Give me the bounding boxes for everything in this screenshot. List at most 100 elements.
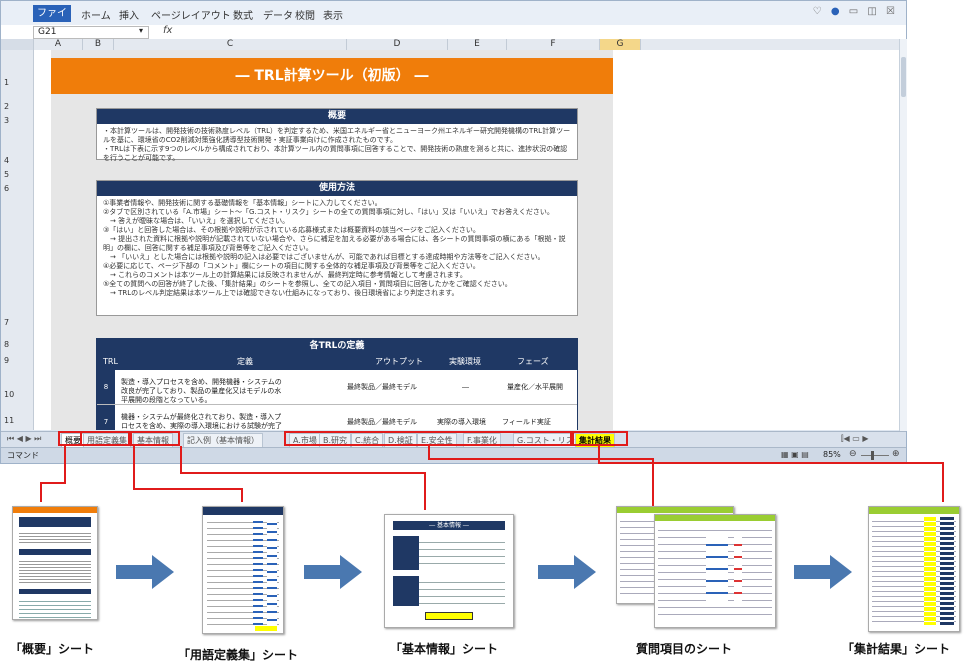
caption-glossary: 「用語定義集」シート — [178, 648, 299, 662]
row-header-8[interactable]: 8 — [1, 340, 33, 349]
trl-definition: 機器・システムが最終化されており、製造・導入プロセスを含め、実際の導入環境におけ… — [121, 413, 282, 430]
trl-header-output: アウトプット — [375, 357, 423, 366]
column-header-b[interactable]: B — [83, 39, 114, 50]
row-header-4[interactable]: 4 — [1, 156, 33, 165]
column-header-d[interactable]: D — [347, 39, 448, 50]
connector-line — [598, 462, 944, 464]
trl-phase: フィールド実証 — [502, 418, 551, 426]
caption-summary: 「集計結果」シート — [842, 642, 951, 656]
tab-page-layout[interactable]: ページレイアウト — [151, 7, 231, 22]
usage-panel: 使用方法 ①事業者情報や、開発技術に関する基礎情報を「基本情報」シートに入力して… — [96, 180, 578, 316]
horizontal-scroll-icon[interactable]: ⫿◀ ▭ ▶ — [841, 434, 869, 444]
tab-data[interactable]: データ — [263, 7, 293, 22]
connector-line — [40, 482, 66, 484]
sheet-tab-example[interactable]: 記入例（基本情報） — [183, 433, 263, 448]
caption-question-sheets: 質問項目のシート — [636, 642, 733, 656]
usage-text: ①事業者情報や、開発技術に関する基礎情報を「基本情報」シートに入力してください。… — [103, 199, 566, 297]
connector-line — [64, 446, 66, 484]
question-sheet-thumbnail — [654, 514, 776, 628]
name-box[interactable]: G21 — [33, 26, 149, 39]
fx-icon[interactable]: fx — [163, 25, 172, 36]
scroll-thumb[interactable] — [901, 57, 906, 97]
connector-line — [942, 462, 944, 502]
trl-heading: 各TRLの定義 — [97, 339, 577, 354]
sheet-title: ― TRL計算ツール（初版） ― — [51, 58, 613, 94]
heart-icon[interactable]: ♡ — [813, 6, 825, 17]
trl-phase: 量産化／水平展開 — [507, 383, 563, 391]
trl-table: 各TRLの定義 TRL 定義 アウトプット 実験環境 フェーズ 8 製造・導入プ… — [96, 338, 578, 430]
zoom-slider-thumb[interactable] — [871, 451, 874, 460]
overview-panel: 概要 ・本計算ツールは、開発技術の技術熟度レベル（TRL）を判定するため、米国エ… — [96, 108, 578, 162]
basic-info-sheet-thumbnail: ― 基本情報 ― — [384, 514, 514, 628]
connector-line — [424, 472, 426, 510]
close-icon[interactable]: ☒ — [886, 6, 898, 17]
connector-line — [133, 488, 243, 490]
column-header-f[interactable]: F — [507, 39, 600, 50]
zoom-slider[interactable] — [861, 455, 889, 456]
trl-output: 最終製品／最終モデル — [347, 418, 417, 426]
row-header-1[interactable]: 1 — [1, 78, 33, 87]
view-mode-icon[interactable]: ▦ ▣ ▤ — [781, 450, 809, 459]
tab-insert[interactable]: 挿入 — [119, 7, 139, 22]
row-header-10[interactable]: 10 — [1, 390, 33, 399]
row-header-9[interactable]: 9 — [1, 356, 33, 365]
row-header-7[interactable]: 7 — [1, 318, 33, 327]
zoom-out-icon[interactable]: ⊖ — [849, 449, 857, 459]
connector-line — [652, 458, 654, 506]
excel-window: ファイル ホーム 挿入 ページレイアウト 数式 データ 校閲 表示 ♡ ● ▭ … — [0, 0, 907, 464]
minimize-icon[interactable]: ▭ — [849, 6, 861, 17]
tab-formulas[interactable]: 数式 — [233, 7, 253, 22]
row-header-5[interactable]: 5 — [1, 170, 33, 179]
highlight-overview-tab — [58, 431, 82, 446]
trl-level: 7 — [97, 405, 115, 430]
trl-header-trl: TRL — [103, 357, 118, 366]
chevron-down-icon[interactable]: ▾ — [139, 26, 143, 35]
arrow-right-icon — [794, 555, 852, 589]
trl-header-definition: 定義 — [237, 357, 253, 366]
window-controls[interactable]: ♡ ● ▭ ◫ ☒ — [813, 6, 898, 17]
tab-review[interactable]: 校閲 — [295, 7, 315, 22]
trl-env: ― — [462, 383, 469, 391]
column-header-e[interactable]: E — [448, 39, 507, 50]
highlight-basic-info-tab — [130, 431, 180, 446]
trl-header-row: TRL 定義 アウトプット 実験環境 フェーズ — [97, 354, 577, 370]
restore-icon[interactable]: ◫ — [867, 6, 879, 17]
ribbon: ファイル ホーム 挿入 ページレイアウト 数式 データ 校閲 表示 ♡ ● ▭ … — [1, 1, 906, 36]
column-header-c[interactable]: C — [114, 39, 347, 50]
connector-line — [180, 472, 426, 474]
zoom-level: 85% — [823, 450, 841, 459]
row-header-3[interactable]: 3 — [1, 116, 33, 125]
overview-text: ・本計算ツールは、開発技術の技術熟度レベル（TRL）を判定するため、米国エネルギ… — [103, 127, 571, 162]
arrow-right-icon — [116, 555, 174, 589]
highlight-question-tabs — [284, 431, 572, 446]
trl-level: 8 — [97, 370, 115, 404]
connector-line — [180, 446, 182, 474]
connector-line — [40, 482, 42, 502]
column-header-a[interactable]: A — [34, 39, 83, 50]
tab-nav-icon[interactable]: ⏮ ◀ ▶ ⏭ — [7, 434, 41, 444]
select-all-corner[interactable] — [1, 39, 34, 50]
trl-header-env: 実験環境 — [449, 357, 481, 366]
basic-info-thumb-title: ― 基本情報 ― — [393, 521, 505, 530]
row-header-11[interactable]: 11 — [1, 416, 33, 425]
help-icon[interactable]: ● — [831, 6, 843, 17]
row-header-2[interactable]: 2 — [1, 102, 33, 111]
row-header-6[interactable]: 6 — [1, 184, 33, 193]
caption-overview: 「概要」シート — [10, 642, 95, 656]
usage-heading: 使用方法 — [97, 181, 577, 196]
formula-bar: G21 ▾ fx — [1, 25, 906, 40]
tab-home[interactable]: ホーム — [81, 7, 111, 22]
trl-definition: 製造・導入プロセスを含め、開発機器・システムの改良が完了しており、製品の量産化又… — [121, 378, 282, 404]
arrow-right-icon — [304, 555, 362, 589]
overview-sheet-thumbnail — [12, 506, 98, 620]
column-header-g[interactable]: G — [600, 39, 641, 50]
table-row: 8 製造・導入プロセスを含め、開発機器・システムの改良が完了しており、製品の量産… — [97, 370, 577, 405]
zoom-in-icon[interactable]: ⊕ — [892, 449, 900, 459]
vertical-scrollbar[interactable] — [899, 39, 907, 431]
table-row: 7 機器・システムが最終化されており、製造・導入プロセスを含め、実際の導入環境に… — [97, 405, 577, 430]
worksheet[interactable]: ― TRL計算ツール（初版） ― 概要 ・本計算ツールは、開発技術の技術熟度レベ… — [34, 50, 902, 430]
caption-basic-info: 「基本情報」シート — [390, 642, 499, 656]
connector-line — [133, 446, 135, 490]
tab-view[interactable]: 表示 — [323, 7, 343, 22]
file-tab[interactable]: ファイル — [33, 5, 71, 36]
